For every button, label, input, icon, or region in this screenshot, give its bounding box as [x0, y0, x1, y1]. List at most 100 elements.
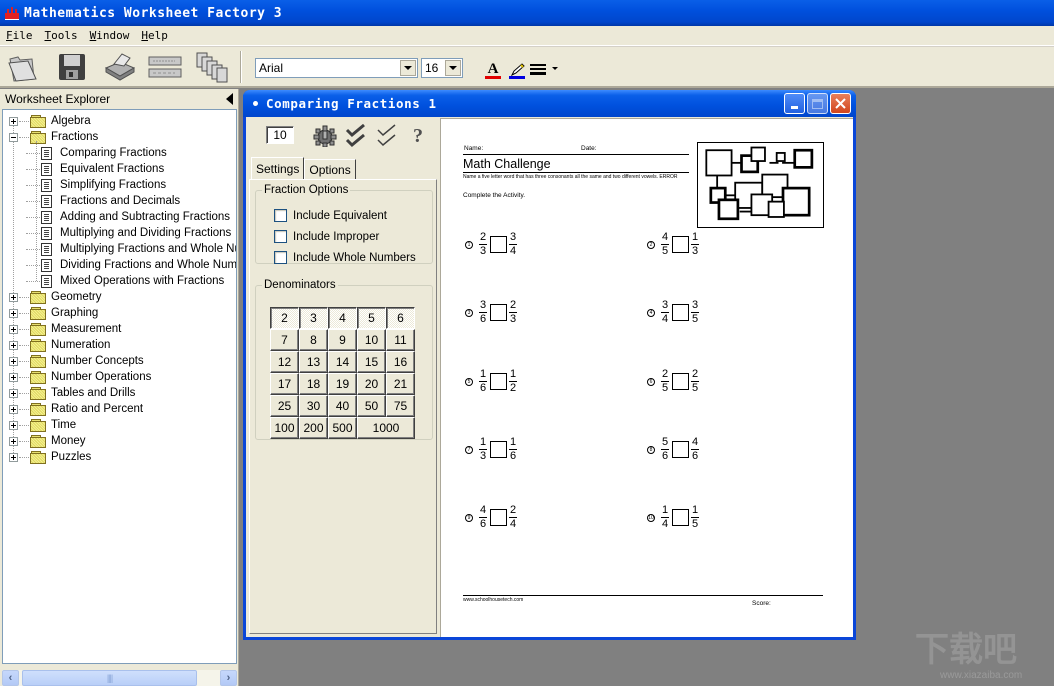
answer-box[interactable] — [672, 236, 689, 253]
denominator-5-button[interactable]: 5 — [357, 307, 386, 329]
denominator-25-button[interactable]: 25 — [270, 395, 299, 417]
denominator-8-button[interactable]: 8 — [299, 329, 328, 351]
include-equivalent-checkbox[interactable]: Include Equivalent — [274, 209, 387, 222]
print-button[interactable] — [101, 51, 137, 83]
answer-box[interactable] — [490, 304, 507, 321]
denominator-50-button[interactable]: 50 — [357, 395, 386, 417]
denominator-2-button[interactable]: 2 — [270, 307, 299, 329]
denominator-18-button[interactable]: 18 — [299, 373, 328, 395]
denominator-1000-button[interactable]: 1000 — [357, 417, 415, 439]
tab-settings[interactable]: Settings — [251, 157, 305, 179]
scroll-right-button[interactable]: › — [220, 670, 237, 686]
tree-item[interactable]: Fractions and Decimals — [25, 193, 180, 209]
multiple-worksheets-button[interactable] — [194, 51, 230, 83]
tree-folder-algebra[interactable]: Algebra — [9, 113, 91, 129]
tree-item[interactable]: Mixed Operations with Fractions — [25, 273, 224, 289]
help-button[interactable]: ? — [405, 123, 431, 149]
font-family-select[interactable]: Arial — [255, 58, 418, 78]
checkbox[interactable] — [274, 230, 287, 243]
answer-box[interactable] — [490, 509, 507, 526]
denominator-9-button[interactable]: 9 — [328, 329, 357, 351]
denominator-16-button[interactable]: 16 — [386, 351, 415, 373]
tree-folder-geometry[interactable]: Geometry — [9, 289, 102, 305]
tree-folder-puzzles[interactable]: Puzzles — [9, 449, 91, 465]
minimize-button[interactable] — [784, 93, 805, 114]
denominator-12-button[interactable]: 12 — [270, 351, 299, 373]
check-answers-button[interactable] — [343, 123, 369, 149]
collapse-panel-icon[interactable] — [226, 93, 233, 105]
denominator-14-button[interactable]: 14 — [328, 351, 357, 373]
maximize-button[interactable] — [807, 93, 828, 114]
expand-icon[interactable] — [9, 340, 18, 350]
menu-file[interactable]: File — [0, 29, 39, 42]
scroll-thumb[interactable]: |||| — [22, 670, 197, 686]
tree-item[interactable]: Simplifying Fractions — [25, 177, 166, 193]
denominator-100-button[interactable]: 100 — [270, 417, 299, 439]
denominator-3-button[interactable]: 3 — [299, 307, 328, 329]
chevron-down-icon[interactable] — [400, 60, 416, 76]
denominator-13-button[interactable]: 13 — [299, 351, 328, 373]
denominator-7-button[interactable]: 7 — [270, 329, 299, 351]
checkbox[interactable] — [274, 251, 287, 264]
tree-folder-ratio-and-percent[interactable]: Ratio and Percent — [9, 401, 143, 417]
expand-icon[interactable] — [9, 116, 18, 126]
checkbox[interactable] — [274, 209, 287, 222]
tree-folder-tables-and-drills[interactable]: Tables and Drills — [9, 385, 135, 401]
denominator-19-button[interactable]: 19 — [328, 373, 357, 395]
denominator-75-button[interactable]: 75 — [386, 395, 415, 417]
menu-tools[interactable]: Tools — [39, 29, 84, 42]
tree-folder-number-concepts[interactable]: Number Concepts — [9, 353, 144, 369]
tree-item[interactable]: Multiplying Fractions and Whole Nur — [25, 241, 236, 257]
expand-icon[interactable] — [9, 404, 18, 414]
denominator-10-button[interactable]: 10 — [357, 329, 386, 351]
expand-icon[interactable] — [9, 436, 18, 446]
denominator-20-button[interactable]: 20 — [357, 373, 386, 395]
denominator-15-button[interactable]: 15 — [357, 351, 386, 373]
expand-icon[interactable] — [9, 308, 18, 318]
answer-key-toggle-button[interactable] — [374, 123, 400, 149]
menu-help[interactable]: Help — [135, 29, 174, 42]
chevron-down-icon[interactable] — [445, 60, 461, 76]
denominator-500-button[interactable]: 500 — [328, 417, 357, 439]
generate-button[interactable] — [312, 123, 338, 149]
text-color-button[interactable]: A — [483, 59, 503, 79]
expand-icon[interactable] — [9, 324, 18, 334]
menu-window[interactable]: Window — [84, 29, 136, 42]
denominator-200-button[interactable]: 200 — [299, 417, 328, 439]
tree-folder-fractions[interactable]: Fractions — [9, 129, 98, 145]
scroll-left-button[interactable]: ‹ — [2, 670, 19, 686]
highlight-color-button[interactable] — [507, 59, 527, 79]
expand-icon[interactable] — [9, 356, 18, 366]
font-size-select[interactable]: 16 — [421, 58, 463, 78]
expand-icon[interactable] — [9, 388, 18, 398]
tree-folder-number-operations[interactable]: Number Operations — [9, 369, 151, 385]
answer-box[interactable] — [490, 441, 507, 458]
answer-box[interactable] — [672, 304, 689, 321]
include-whole-numbers-checkbox[interactable]: Include Whole Numbers — [274, 251, 416, 264]
answer-box[interactable] — [490, 373, 507, 390]
tree-item[interactable]: Multiplying and Dividing Fractions — [25, 225, 231, 241]
denominator-17-button[interactable]: 17 — [270, 373, 299, 395]
denominator-21-button[interactable]: 21 — [386, 373, 415, 395]
tree-folder-measurement[interactable]: Measurement — [9, 321, 121, 337]
expand-icon[interactable] — [9, 292, 18, 302]
include-improper-checkbox[interactable]: Include Improper — [274, 230, 379, 243]
line-style-button[interactable] — [530, 59, 560, 79]
problem-count-input[interactable]: 10 — [266, 126, 294, 144]
tree-item[interactable]: Equivalent Fractions — [25, 161, 164, 177]
horizontal-scrollbar[interactable]: ‹ |||| › — [2, 670, 237, 686]
close-button[interactable] — [830, 93, 851, 114]
expand-icon[interactable] — [9, 372, 18, 382]
collapse-icon[interactable] — [9, 132, 18, 142]
answer-box[interactable] — [672, 441, 689, 458]
tree-folder-time[interactable]: Time — [9, 417, 76, 433]
tree-item[interactable]: Comparing Fractions — [25, 145, 167, 161]
expand-icon[interactable] — [9, 452, 18, 462]
denominator-6-button[interactable]: 6 — [386, 307, 415, 329]
tab-options[interactable]: Options — [304, 159, 356, 179]
denominator-40-button[interactable]: 40 — [328, 395, 357, 417]
tree-folder-numeration[interactable]: Numeration — [9, 337, 110, 353]
tree-folder-money[interactable]: Money — [9, 433, 86, 449]
answer-key-button[interactable] — [147, 51, 183, 83]
tree-item[interactable]: Adding and Subtracting Fractions — [25, 209, 230, 225]
